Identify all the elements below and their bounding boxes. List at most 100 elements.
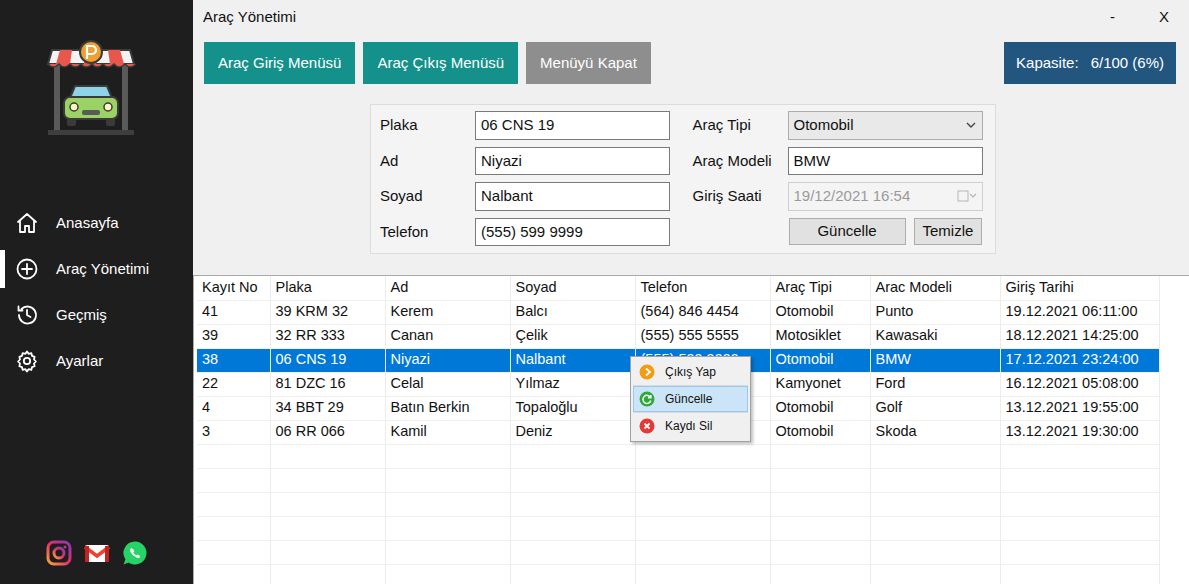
table-header: Kayıt NoPlakaAdSoyadTelefonAraç TipiArac… bbox=[197, 276, 1159, 300]
empty-cell bbox=[510, 564, 635, 584]
table-cell: Kamil bbox=[385, 420, 510, 444]
empty-row bbox=[197, 444, 1159, 468]
empty-cell bbox=[510, 516, 635, 540]
menu-button[interactable]: Araç Giriş Menüsü bbox=[204, 42, 355, 84]
sidebar-item[interactable]: Anasayfa bbox=[0, 200, 193, 246]
table-cell: 22 bbox=[197, 372, 270, 396]
empty-cell bbox=[870, 516, 1000, 540]
empty-cell bbox=[870, 444, 1000, 468]
empty-cell bbox=[385, 540, 510, 564]
field-label: Giriş Saati bbox=[693, 185, 788, 208]
table-cell: Celal bbox=[385, 372, 510, 396]
table-cell: Canan bbox=[385, 324, 510, 348]
table-cell: 41 bbox=[197, 300, 270, 324]
context-menu-item[interactable]: Çıkış Yap bbox=[633, 359, 748, 385]
field-label: Araç Tipi bbox=[693, 114, 788, 137]
table-cell: 13.12.2021 19:30:00 bbox=[1000, 420, 1159, 444]
column-header[interactable]: Ad bbox=[385, 276, 510, 300]
field-label: Araç Modeli bbox=[693, 150, 788, 173]
sidebar-label: Araç Yönetimi bbox=[56, 258, 149, 281]
column-header[interactable]: Giriş Tarihi bbox=[1000, 276, 1159, 300]
table-cell: (564) 846 4454 bbox=[635, 300, 770, 324]
empty-cell bbox=[270, 468, 385, 492]
table-row[interactable]: 3932 RR 333CananÇelik(555) 555 5555Motos… bbox=[197, 324, 1159, 348]
menu-button[interactable]: Araç Çıkış Menüsü bbox=[363, 42, 518, 84]
sidebar-item[interactable]: Geçmiş bbox=[0, 292, 193, 338]
instagram-icon[interactable] bbox=[46, 540, 72, 566]
whatsapp-icon[interactable] bbox=[122, 540, 148, 566]
delete-icon bbox=[639, 418, 655, 434]
text-field[interactable] bbox=[475, 147, 670, 176]
field-label: Soyad bbox=[380, 185, 475, 208]
context-menu-label: Çıkış Yap bbox=[665, 363, 716, 381]
context-menu-item[interactable]: Güncelle bbox=[633, 386, 748, 412]
column-header[interactable]: Arac Modeli bbox=[870, 276, 1000, 300]
empty-cell bbox=[770, 492, 870, 516]
empty-cell bbox=[770, 516, 870, 540]
empty-row bbox=[197, 468, 1159, 492]
table-cell: BMW bbox=[870, 348, 1000, 372]
column-header[interactable]: Araç Tipi bbox=[770, 276, 870, 300]
arrow-right-icon bbox=[639, 364, 655, 380]
column-header[interactable]: Telefon bbox=[635, 276, 770, 300]
empty-row bbox=[197, 540, 1159, 564]
text-field[interactable] bbox=[475, 218, 670, 247]
empty-cell bbox=[770, 444, 870, 468]
capacity-value: 6/100 (6%) bbox=[1091, 52, 1164, 75]
clear-button[interactable]: Temizle bbox=[914, 218, 983, 245]
empty-cell bbox=[197, 444, 270, 468]
column-header[interactable]: Plaka bbox=[270, 276, 385, 300]
empty-cell bbox=[1000, 492, 1159, 516]
context-menu-label: Kaydı Sil bbox=[665, 417, 712, 435]
form-left-column: PlakaAdSoyadTelefon bbox=[380, 111, 671, 246]
vehicle-form: PlakaAdSoyadTelefon Araç TipiOtomobilAra… bbox=[370, 104, 996, 254]
empty-cell bbox=[1000, 444, 1159, 468]
sidebar-item[interactable]: Ayarlar bbox=[0, 338, 193, 384]
minimize-button[interactable]: - bbox=[1110, 6, 1115, 29]
empty-cell bbox=[510, 444, 635, 468]
table-cell: 39 bbox=[197, 324, 270, 348]
sidebar-item[interactable]: Araç Yönetimi bbox=[0, 246, 193, 292]
empty-cell bbox=[635, 516, 770, 540]
context-menu-item[interactable]: Kaydı Sil bbox=[633, 413, 748, 439]
table-cell: 17.12.2021 23:24:00 bbox=[1000, 348, 1159, 372]
capacity-label: Kapasite: bbox=[1016, 52, 1079, 75]
text-field[interactable] bbox=[475, 182, 670, 211]
empty-cell bbox=[270, 492, 385, 516]
history-icon bbox=[15, 303, 39, 327]
empty-cell bbox=[385, 492, 510, 516]
table-cell: Yılmaz bbox=[510, 372, 635, 396]
text-field[interactable] bbox=[788, 147, 983, 176]
form-row: Soyad bbox=[380, 182, 671, 211]
column-header[interactable]: Soyad bbox=[510, 276, 635, 300]
table-row[interactable]: 4139 KRM 32KeremBalcı(564) 846 4454Otomo… bbox=[197, 300, 1159, 324]
form-row: Giriş Saati19/12/2021 16:54 bbox=[693, 182, 984, 211]
table-cell: 38 bbox=[197, 348, 270, 372]
empty-cell bbox=[197, 564, 270, 584]
table-cell: Punto bbox=[870, 300, 1000, 324]
column-header[interactable]: Kayıt No bbox=[197, 276, 270, 300]
table-cell: Ford bbox=[870, 372, 1000, 396]
close-button[interactable]: X bbox=[1159, 6, 1169, 29]
empty-cell bbox=[197, 540, 270, 564]
form-right-column: Araç TipiOtomobilAraç Modeli Giriş Saati1… bbox=[693, 111, 984, 246]
table-cell: 39 KRM 32 bbox=[270, 300, 385, 324]
type-dropdown[interactable]: Otomobil bbox=[788, 111, 983, 140]
form-row: Plaka bbox=[380, 111, 671, 140]
table-cell: Deniz bbox=[510, 420, 635, 444]
table-cell: 81 DZC 16 bbox=[270, 372, 385, 396]
table-cell: 06 RR 066 bbox=[270, 420, 385, 444]
table-cell: Kawasaki bbox=[870, 324, 1000, 348]
text-field[interactable] bbox=[475, 111, 670, 140]
menu-button[interactable]: Menüyü Kapat bbox=[526, 42, 651, 84]
gmail-icon[interactable] bbox=[84, 540, 110, 566]
empty-cell bbox=[510, 540, 635, 564]
table-cell: 06 CNS 19 bbox=[270, 348, 385, 372]
empty-cell bbox=[385, 468, 510, 492]
form-row: Araç Modeli bbox=[693, 147, 984, 176]
table-cell: 34 BBT 29 bbox=[270, 396, 385, 420]
main-panel: Araç Yönetimi - X Araç Giriş MenüsüAraç … bbox=[193, 0, 1189, 584]
table-cell: Topaloğlu bbox=[510, 396, 635, 420]
update-button[interactable]: Güncelle bbox=[789, 218, 906, 245]
empty-cell bbox=[635, 564, 770, 584]
